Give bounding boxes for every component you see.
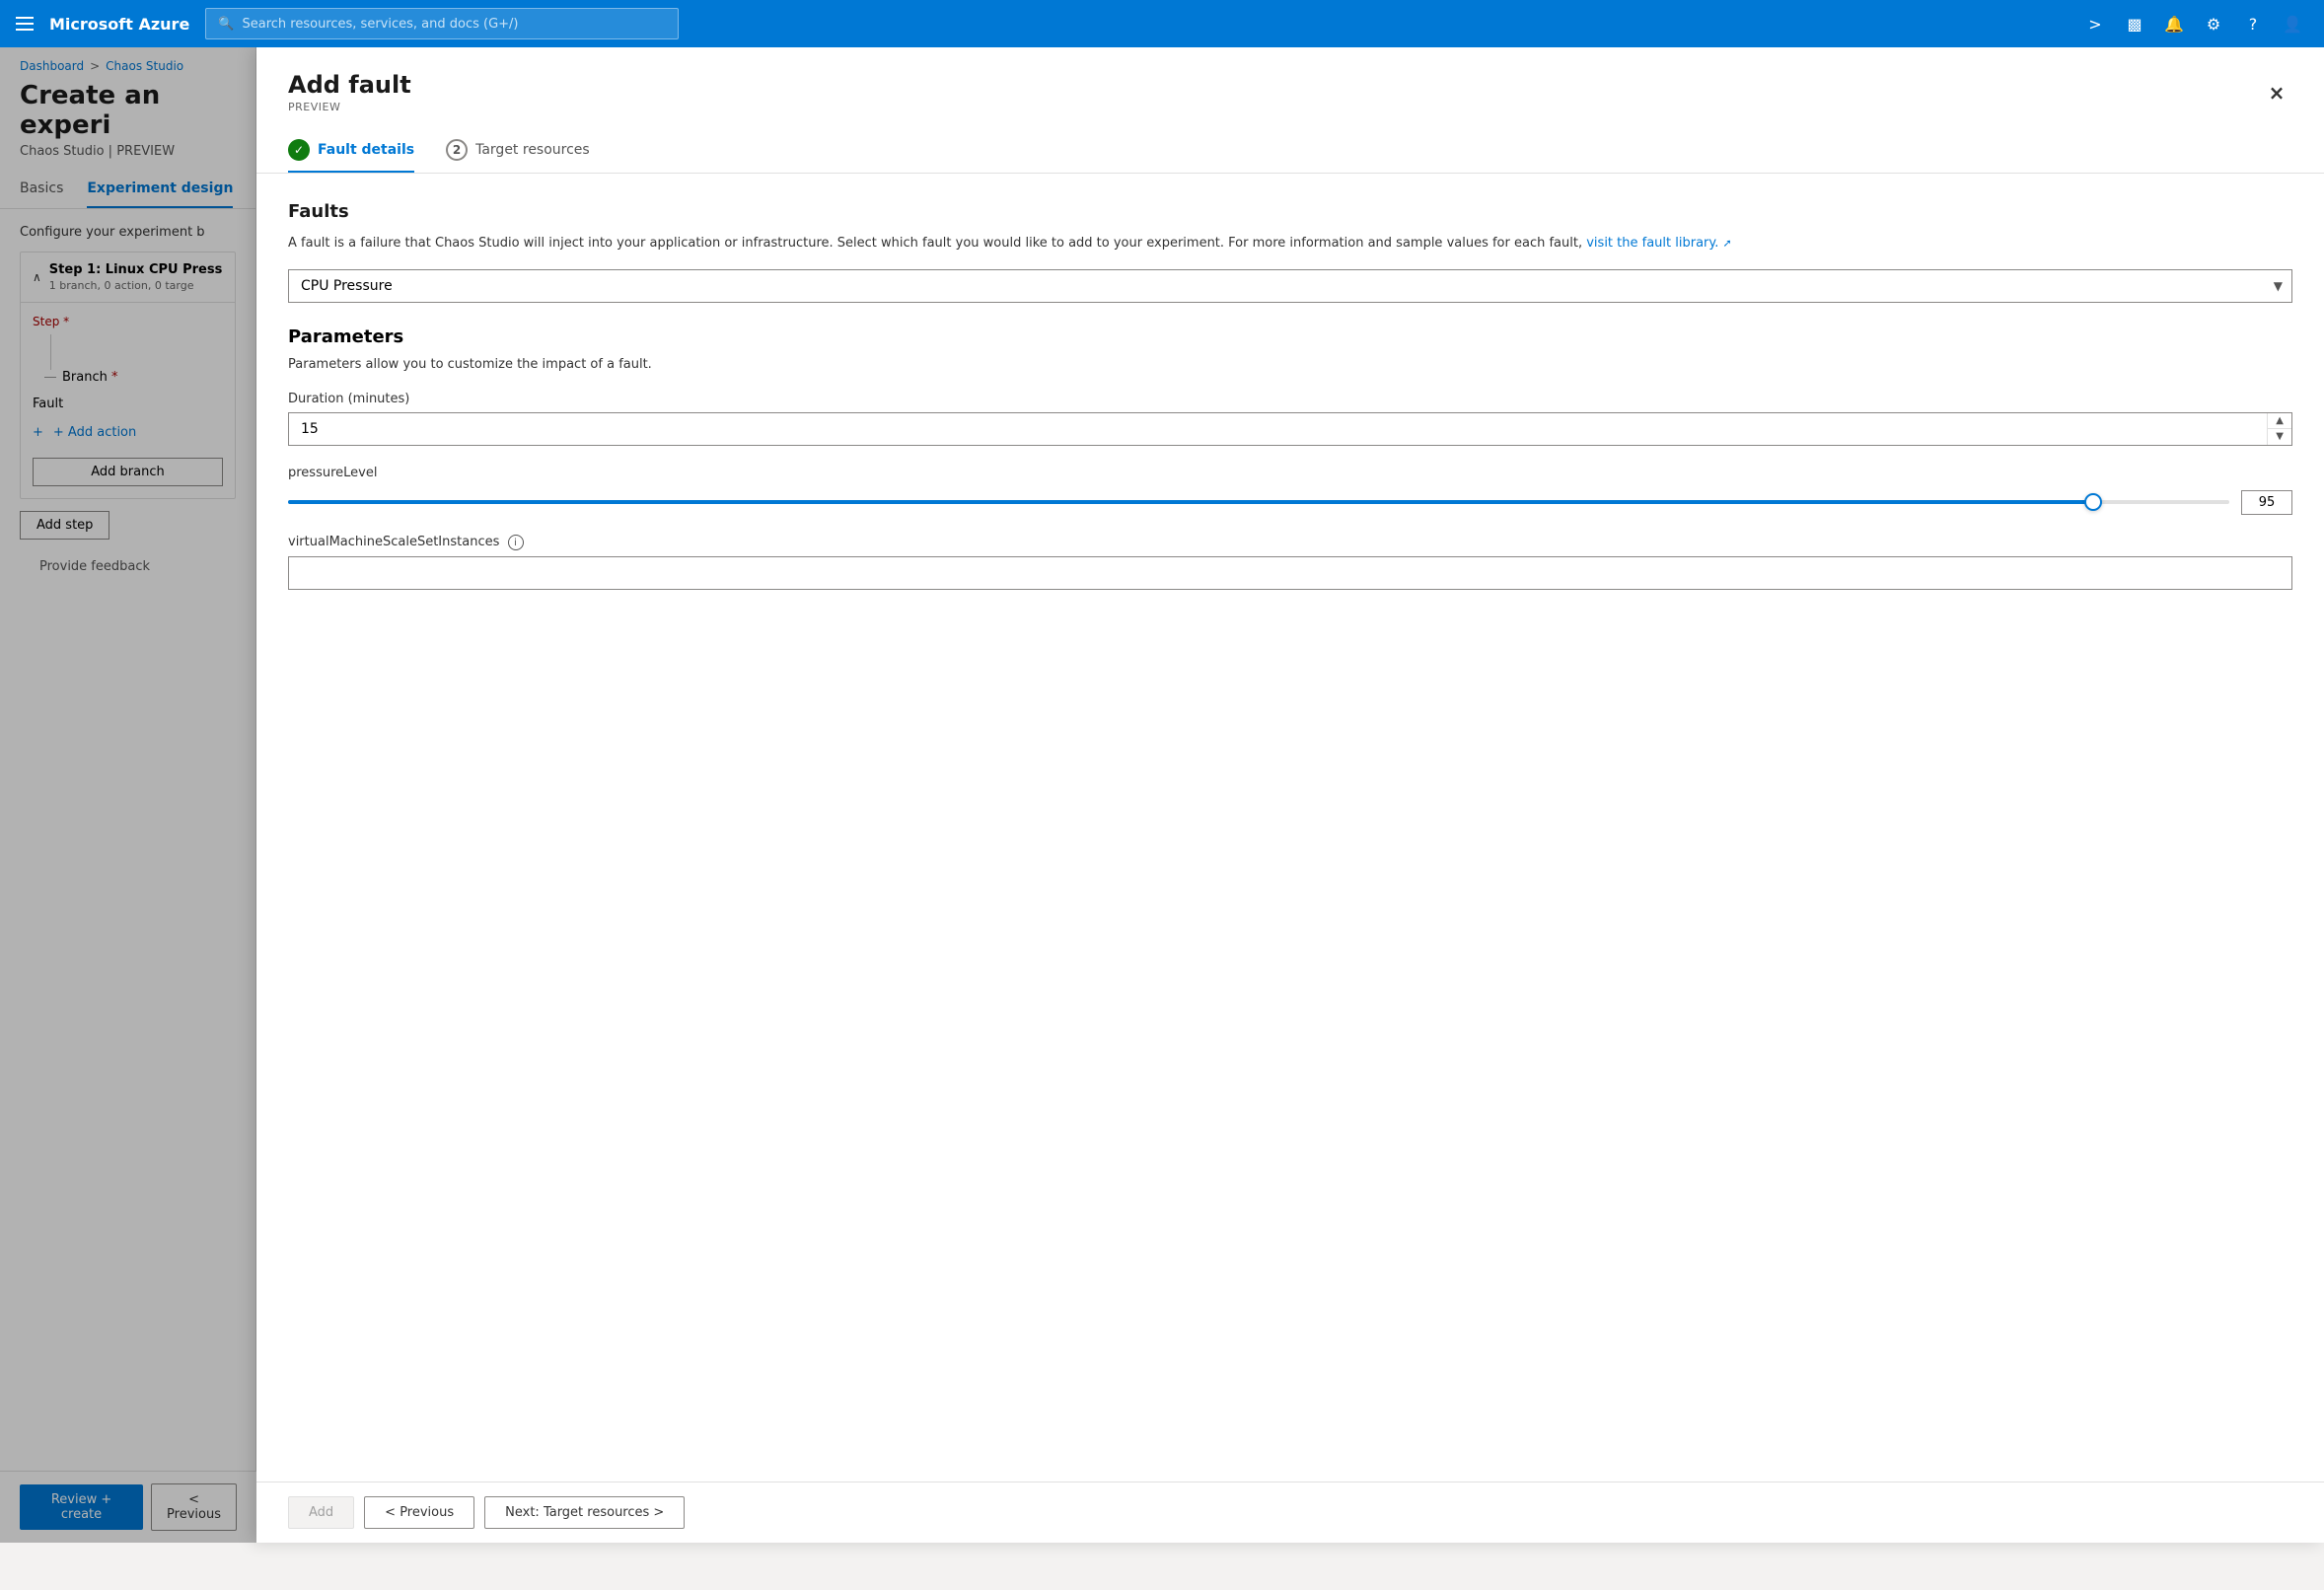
panel-tabs: ✓ Fault details 2 Target resources (288, 129, 2292, 173)
preview-badge: PREVIEW (288, 101, 411, 113)
top-navigation: Microsoft Azure 🔍 > ▩ 🔔 ⚙ ? 👤 (0, 0, 2324, 47)
fault-library-link[interactable]: visit the fault library. ➚ (1586, 236, 1731, 251)
parameters-description: Parameters allow you to customize the im… (288, 357, 2292, 372)
pressure-slider-row: 95 (288, 490, 2292, 515)
help-icon[interactable]: ? (2237, 8, 2269, 39)
fault-dropdown[interactable]: CPU Pressure Memory Pressure Network Lat… (288, 269, 2292, 303)
slider-thumb[interactable] (2084, 493, 2102, 511)
faults-section-title: Faults (288, 201, 2292, 222)
duration-label: Duration (minutes) (288, 392, 2292, 406)
vmss-info-icon[interactable]: i (508, 535, 524, 550)
spinner-down-button[interactable]: ▼ (2268, 429, 2291, 445)
panel-footer: Add < Previous Next: Target resources > (256, 1482, 2324, 1543)
hamburger-menu[interactable] (16, 17, 34, 31)
main-layout: Dashboard > Chaos Studio Create an exper… (0, 47, 2324, 1543)
vmss-input[interactable] (288, 556, 2292, 590)
duration-input[interactable] (289, 413, 2267, 445)
add-fault-panel: Add fault PREVIEW × ✓ Fault details 2 Ta… (256, 47, 2324, 1543)
bell-icon[interactable]: 🔔 (2158, 8, 2190, 39)
panel-header: Add fault PREVIEW × ✓ Fault details 2 Ta… (256, 47, 2324, 174)
pressure-slider-track[interactable] (288, 492, 2229, 512)
parameters-section-title: Parameters (288, 326, 2292, 347)
panel-previous-button[interactable]: < Previous (364, 1496, 474, 1529)
target-resources-tab-label: Target resources (475, 142, 590, 158)
search-input[interactable] (242, 17, 666, 32)
faults-description: A fault is a failure that Chaos Studio w… (288, 234, 2292, 253)
pressure-level-label: pressureLevel (288, 466, 2292, 480)
fault-select-wrapper: CPU Pressure Memory Pressure Network Lat… (288, 269, 2292, 303)
fault-details-tab-circle: ✓ (288, 139, 310, 161)
panel-title-row: Add fault PREVIEW × (288, 71, 2292, 113)
feedback-icon[interactable]: ▩ (2119, 8, 2150, 39)
nav-icons: > ▩ 🔔 ⚙ ? 👤 (2079, 8, 2308, 39)
terminal-icon[interactable]: > (2079, 8, 2111, 39)
user-icon[interactable]: 👤 (2277, 8, 2308, 39)
spinner-buttons: ▲ ▼ (2267, 413, 2291, 445)
panel-title-text: Add fault (288, 71, 411, 99)
close-button[interactable]: × (2261, 77, 2292, 108)
tab-target-resources[interactable]: 2 Target resources (446, 129, 590, 173)
panel-body: Faults A fault is a failure that Chaos S… (256, 174, 2324, 1482)
settings-icon[interactable]: ⚙ (2198, 8, 2229, 39)
next-target-resources-button[interactable]: Next: Target resources > (484, 1496, 685, 1529)
add-button: Add (288, 1496, 354, 1529)
search-icon: 🔍 (218, 17, 234, 32)
duration-spinner: ▲ ▼ (288, 412, 2292, 446)
target-resources-tab-circle: 2 (446, 139, 468, 161)
fault-details-tab-label: Fault details (318, 142, 414, 158)
search-bar[interactable]: 🔍 (205, 8, 679, 39)
tab-fault-details[interactable]: ✓ Fault details (288, 129, 414, 173)
pressure-value-box: 95 (2241, 490, 2292, 515)
spinner-up-button[interactable]: ▲ (2268, 413, 2291, 430)
external-link-icon: ➚ (1723, 237, 1732, 250)
vmss-label: virtualMachineScaleSetInstances i (288, 535, 2292, 551)
slider-fill (288, 500, 2093, 504)
brand-name: Microsoft Azure (49, 15, 189, 34)
